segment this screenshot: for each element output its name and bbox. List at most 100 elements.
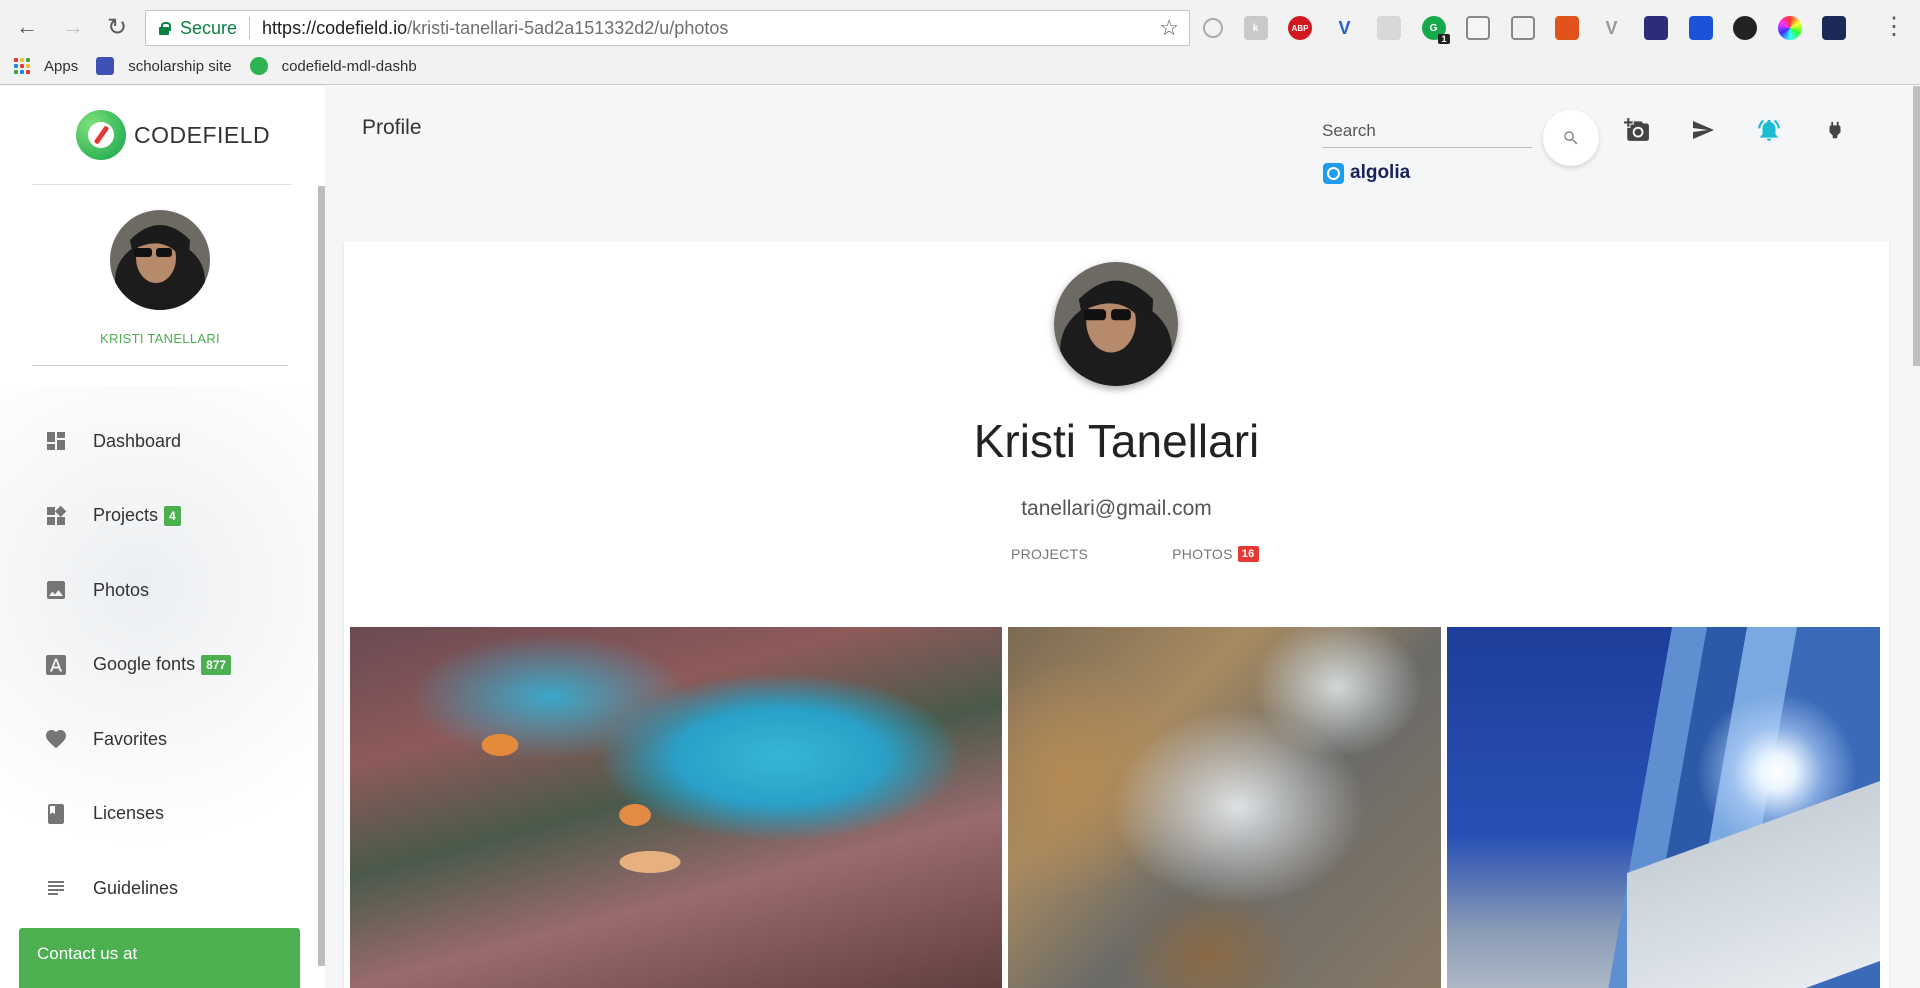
url-host: https://codefield.io	[262, 17, 408, 38]
page-title: Profile	[362, 116, 422, 139]
photo-grid	[350, 627, 1886, 988]
sidebar-item-licenses[interactable]: Licenses	[0, 777, 320, 852]
profile-card: Kristi Tanellari tanellari@gmail.com PRO…	[344, 242, 1889, 988]
sidebar-item-label: Projects	[93, 505, 159, 526]
profile-email: tanellari@gmail.com	[1021, 497, 1212, 520]
tab-projects[interactable]: PROJECTS	[996, 534, 1103, 574]
heart-icon	[44, 727, 68, 751]
sidebar-item-projects[interactable]: Projects 4	[0, 479, 320, 554]
back-icon[interactable]: ←	[12, 12, 42, 42]
add-photo-icon[interactable]	[1623, 116, 1651, 144]
bookmarks-bar: Apps scholarship site codefield-mdl-dash…	[0, 52, 435, 80]
divider	[32, 184, 292, 185]
codefield-logo-icon	[76, 110, 126, 160]
search-icon	[1564, 131, 1578, 145]
apps-grid-icon	[14, 58, 30, 74]
brand-name: CODEFIELD	[134, 121, 271, 148]
sidebar-nav: Dashboard Projects 4 Photos Google fonts…	[0, 404, 320, 926]
bookmark-apps[interactable]: Apps	[0, 58, 78, 75]
colorzilla-icon[interactable]	[1644, 16, 1668, 40]
sidebar-avatar[interactable]	[110, 210, 210, 310]
office-ext-icon[interactable]	[1555, 16, 1579, 40]
header-actions	[1623, 116, 1887, 144]
divider	[32, 365, 288, 366]
ext-k-icon[interactable]: k	[1243, 16, 1268, 40]
tab-label: PHOTOS	[1172, 546, 1233, 562]
brand[interactable]: CODEFIELD	[76, 110, 270, 160]
extension-badge: 1	[1438, 34, 1450, 44]
send-icon[interactable]	[1689, 116, 1717, 144]
sidebar-item-label: Licenses	[93, 803, 165, 824]
profile-avatar[interactable]	[1054, 262, 1178, 386]
tab-photos[interactable]: PHOTOS 16	[1157, 534, 1274, 574]
photo-tile[interactable]	[1447, 627, 1880, 988]
sidebar: CODEFIELD KRISTI TANELLARI Dashboard Pro…	[0, 86, 325, 988]
algolia-logo-icon	[1323, 162, 1344, 184]
secure-label: Secure	[180, 17, 238, 38]
lock-icon	[158, 22, 171, 35]
bookmark-codefield[interactable]: codefield-mdl-dashb	[249, 57, 417, 75]
browser-chrome: ← → ↻ Secure https://codefield.io/kristi…	[0, 0, 1920, 85]
photo-tile[interactable]	[350, 627, 1002, 988]
ext-flame-icon[interactable]	[1733, 16, 1757, 40]
address-bar[interactable]: Secure https://codefield.io/kristi-tanel…	[145, 10, 1190, 46]
projects-count-badge: 4	[164, 505, 181, 526]
codefield-favicon-icon	[249, 57, 268, 75]
sidebar-item-dashboard[interactable]: Dashboard	[0, 404, 320, 479]
sidebar-item-photos[interactable]: Photos	[0, 553, 320, 628]
vuejs-devtools-icon[interactable]: V	[1333, 16, 1357, 40]
dashboard-icon	[44, 429, 68, 453]
url-separator	[249, 17, 251, 39]
profile-tabs: PROJECTS PHOTOS 16	[996, 534, 1328, 574]
sidebar-scrollbar[interactable]	[318, 186, 325, 966]
photo-icon	[44, 578, 68, 602]
bookmark-scholarship[interactable]: scholarship site	[96, 57, 232, 75]
book-icon	[44, 802, 68, 826]
main-content: Profile Search algolia Kristi Tanellari …	[325, 86, 1920, 988]
bookmark-label: codefield-mdl-dashb	[281, 57, 417, 75]
search-button[interactable]	[1543, 110, 1599, 166]
notifications-icon[interactable]	[1755, 116, 1783, 144]
fonts-count-badge: 877	[201, 654, 232, 675]
screen-ext-icon[interactable]	[1510, 16, 1535, 40]
forward-icon[interactable]: →	[58, 12, 88, 42]
abp-icon[interactable]: ABP	[1288, 16, 1312, 40]
algolia-label: algolia	[1350, 162, 1411, 183]
profile-name: Kristi Tanellari	[973, 415, 1260, 467]
ext-dark-icon[interactable]	[1822, 16, 1846, 40]
sidebar-item-label: Google fonts	[93, 654, 196, 675]
bookmark-label: scholarship site	[128, 57, 232, 75]
sidebar-item-guidelines[interactable]: Guidelines	[0, 851, 320, 926]
plug-icon[interactable]	[1821, 116, 1849, 144]
font-icon	[44, 653, 68, 677]
ext-blue-icon[interactable]	[1688, 16, 1713, 40]
extensions-bar: k ABP V G1 V	[1203, 13, 1867, 44]
sidebar-item-google-fonts[interactable]: Google fonts 877	[0, 628, 320, 703]
vee-ext-icon[interactable]: V	[1600, 16, 1624, 40]
bookmark-label: Apps	[44, 57, 79, 75]
contact-label: Contact us at	[37, 944, 138, 963]
ext-circle-icon[interactable]	[1203, 18, 1223, 38]
page-scrollbar[interactable]	[1913, 86, 1920, 366]
contact-box[interactable]: Contact us at	[19, 928, 300, 988]
bookmark-star-icon[interactable]: ☆	[1159, 15, 1179, 41]
camera-ext-icon[interactable]	[1377, 16, 1401, 40]
search-input[interactable]: Search	[1322, 118, 1532, 148]
sidebar-item-label: Favorites	[93, 728, 168, 749]
url-path: /kristi-tanellari-5ad2a151332d2/u/photos	[407, 17, 729, 38]
search-placeholder: Search	[1322, 121, 1376, 140]
sidebar-username: KRISTI TANELLARI	[100, 331, 220, 346]
browser-menu-icon[interactable]: ⋮	[1882, 12, 1906, 41]
table-ext-icon[interactable]	[1466, 16, 1490, 40]
color-wheel-icon[interactable]	[1777, 16, 1802, 40]
algolia-brand[interactable]: algolia	[1323, 162, 1410, 184]
grammarly-icon[interactable]: G1	[1421, 16, 1450, 44]
photos-count-badge: 16	[1237, 546, 1259, 562]
sidebar-item-label: Dashboard	[93, 430, 182, 451]
photo-tile[interactable]	[1008, 627, 1441, 988]
reload-icon[interactable]: ↻	[102, 12, 132, 42]
projects-icon	[44, 504, 68, 528]
sidebar-item-favorites[interactable]: Favorites	[0, 702, 320, 777]
tab-label: PROJECTS	[1011, 546, 1089, 562]
sidebar-item-label: Guidelines	[93, 877, 179, 898]
